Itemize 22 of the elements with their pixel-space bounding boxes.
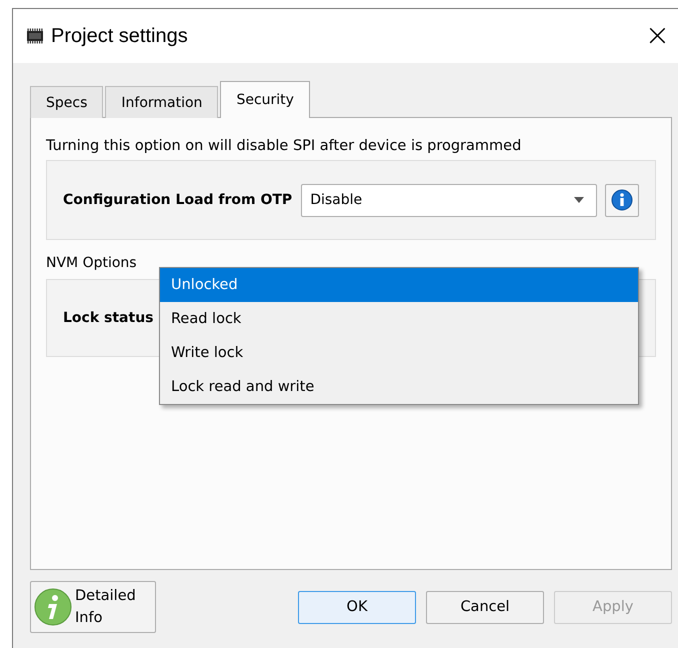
dialog-button[interactable]: OK (298, 590, 416, 624)
menu-item[interactable]: Lock read and write (160, 370, 638, 404)
menu-item[interactable]: Unlocked (160, 268, 638, 302)
tab[interactable]: Information (105, 86, 218, 118)
chip-icon (25, 28, 45, 44)
detailed-info-button[interactable]: Detailed Info (30, 581, 156, 633)
dialog-button[interactable]: Cancel (426, 590, 544, 624)
section-title: NVM Options (46, 255, 138, 271)
info-button[interactable] (605, 184, 640, 216)
field-label: Lock status (63, 310, 154, 326)
menu-item[interactable]: Read lock (160, 302, 638, 336)
note-text: Turning this option on will disable SPI after device is programmed (46, 138, 522, 154)
close-button[interactable]: × (644, 21, 670, 51)
tab[interactable]: Specs (30, 86, 104, 118)
button-label: Detailed Info (75, 587, 136, 628)
field-label: Configuration Load from OTP (63, 192, 292, 208)
menu-item[interactable]: Write lock (160, 336, 638, 370)
tab[interactable]: Security (220, 81, 310, 118)
info-icon (34, 588, 72, 626)
caret-icon (574, 197, 584, 203)
dropdown[interactable]: Disable (301, 184, 598, 216)
window-title: Project settings (51, 24, 188, 48)
